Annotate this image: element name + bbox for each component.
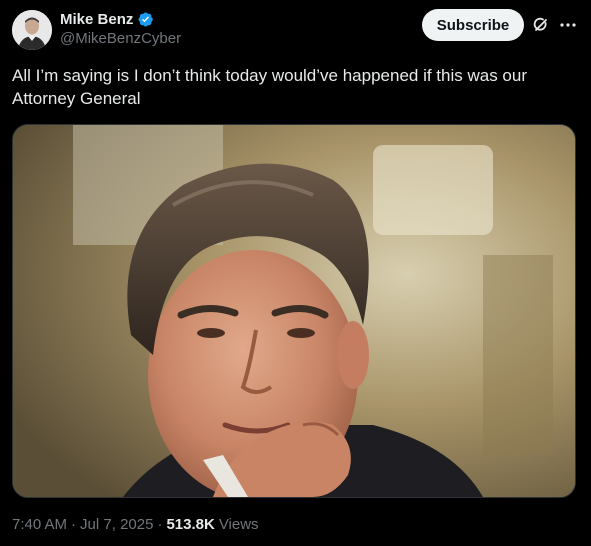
subscribe-button[interactable]: Subscribe xyxy=(422,9,524,41)
verified-badge-icon xyxy=(137,11,154,28)
views-count[interactable]: 513.8K xyxy=(166,516,214,533)
author-display-name[interactable]: Mike Benz xyxy=(60,11,133,28)
tweet-meta: 7:40 AM · Jul 7, 2025 · 513.8K Views xyxy=(12,516,259,533)
tweet-text: All I’m saying is I don’t think today wo… xyxy=(12,66,527,108)
meta-separator-2: · xyxy=(157,516,163,533)
author-handle[interactable]: @MikeBenzCyber xyxy=(60,30,181,47)
meta-separator: · xyxy=(71,516,77,533)
tweet: Mike Benz @MikeBenzCyber Subscribe All I… xyxy=(0,0,591,546)
author-avatar[interactable] xyxy=(12,10,52,50)
tweet-date[interactable]: Jul 7, 2025 xyxy=(80,516,153,533)
tweet-photo[interactable] xyxy=(12,124,576,498)
views-label: Views xyxy=(218,516,259,533)
author-info: Mike Benz @MikeBenzCyber xyxy=(60,9,181,48)
tweet-time[interactable]: 7:40 AM xyxy=(12,516,67,533)
avatar-image xyxy=(12,10,52,50)
more-options-icon[interactable] xyxy=(558,15,578,35)
author-name-row: Mike Benz xyxy=(60,9,181,29)
grok-icon[interactable] xyxy=(531,15,551,35)
photo-of-man xyxy=(13,125,575,497)
